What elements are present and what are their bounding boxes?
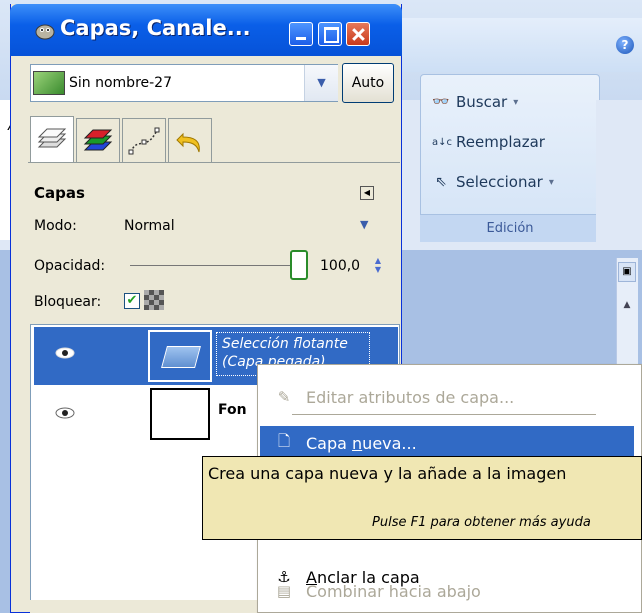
image-thumbnail: [33, 71, 65, 95]
opacity-slider-handle[interactable]: [290, 250, 308, 280]
tab-channels[interactable]: [76, 118, 120, 162]
cursor-icon: ⇖: [435, 174, 447, 190]
new-document-icon: 🗋: [277, 431, 291, 450]
select-label: Seleccionar: [456, 173, 543, 191]
panel-menu-icon[interactable]: ◀: [360, 186, 374, 200]
menu-item-edit-attributes[interactable]: ✎ Editar atributos de capa...: [260, 380, 634, 414]
image-name: Sin nombre-27: [69, 75, 172, 91]
layers-icon: [37, 128, 67, 147]
image-selector[interactable]: Sin nombre-27: [30, 64, 338, 102]
mode-select[interactable]: Normal: [124, 218, 175, 234]
tooltip-text: Crea una capa nueva y la añade a la imag…: [208, 464, 567, 483]
lock-pixels-checkbox[interactable]: ✔: [124, 293, 140, 309]
layer-thumbnail: [148, 330, 212, 382]
edit-icon: ✎: [277, 388, 291, 406]
ribbon-group-label: Edición: [420, 214, 600, 242]
find-label: Buscar: [456, 93, 508, 111]
menu-separator: [292, 414, 596, 415]
replace-icon: a↓c: [432, 136, 453, 148]
auto-button[interactable]: Auto: [342, 63, 394, 103]
chevron-down-icon: ▾: [548, 176, 554, 188]
opacity-value[interactable]: 100,0: [320, 258, 360, 274]
layer-name[interactable]: Fon: [218, 402, 247, 418]
menu-item-label: Editar atributos de capa...: [306, 387, 515, 407]
close-button[interactable]: [346, 22, 370, 46]
eye-icon[interactable]: [52, 345, 78, 361]
layer-name[interactable]: Selección flotante: [222, 336, 348, 352]
opacity-label: Opacidad:: [34, 258, 106, 274]
select-button[interactable]: ⇖ Seleccionar ▾: [432, 170, 554, 194]
tab-undo[interactable]: [168, 118, 212, 162]
find-button[interactable]: 👓 Buscar ▾: [432, 90, 518, 114]
layer-thumbnail: [150, 388, 210, 440]
replace-label: Reemplazar: [456, 133, 545, 151]
mode-label: Modo:: [34, 218, 77, 234]
tab-paths[interactable]: [122, 118, 166, 162]
lock-label: Bloquear:: [34, 294, 102, 310]
opacity-slider[interactable]: [130, 265, 290, 266]
gimp-icon: [35, 24, 55, 40]
chevron-down-icon[interactable]: ▼: [304, 65, 338, 101]
eye-icon[interactable]: [52, 405, 78, 421]
maximize-button[interactable]: [318, 22, 342, 46]
menu-item-label: Capa nueva...: [306, 433, 417, 453]
window-title: Capas, Canale...: [60, 16, 251, 40]
ruler-toggle-icon[interactable]: ▣: [618, 262, 636, 282]
tab-layers[interactable]: [30, 116, 74, 162]
lock-alpha-icon[interactable]: [144, 290, 164, 310]
binoculars-icon: 👓: [432, 94, 450, 110]
ribbon-right-panel: [596, 100, 642, 260]
replace-button[interactable]: a↓c Reemplazar: [432, 130, 545, 154]
chevron-down-icon[interactable]: ▼: [360, 218, 368, 231]
minimize-button[interactable]: [289, 22, 313, 46]
ribbon-tab-band: [400, 18, 642, 72]
chevron-down-icon: ▾: [513, 96, 519, 108]
undo-icon: [176, 132, 200, 152]
scroll-up-icon[interactable]: ▲: [622, 300, 632, 310]
help-icon[interactable]: ?: [616, 36, 634, 54]
tab-divider: [28, 162, 400, 163]
spinner-arrows-icon[interactable]: ▲ ▼: [372, 256, 384, 274]
merge-down-icon: ▤: [276, 582, 292, 600]
paths-icon: [128, 127, 160, 154]
panel-title: Capas: [34, 184, 85, 202]
tooltip-help-hint: Pulse F1 para obtener más ayuda: [372, 515, 591, 530]
menu-item-label: Combinar hacia abajo: [306, 581, 481, 601]
channels-icon: [83, 129, 113, 150]
menu-item-merge-down[interactable]: ▤ Combinar hacia abajo: [260, 576, 634, 606]
menu-item-new-layer[interactable]: 🗋 Capa nueva...: [260, 426, 634, 460]
